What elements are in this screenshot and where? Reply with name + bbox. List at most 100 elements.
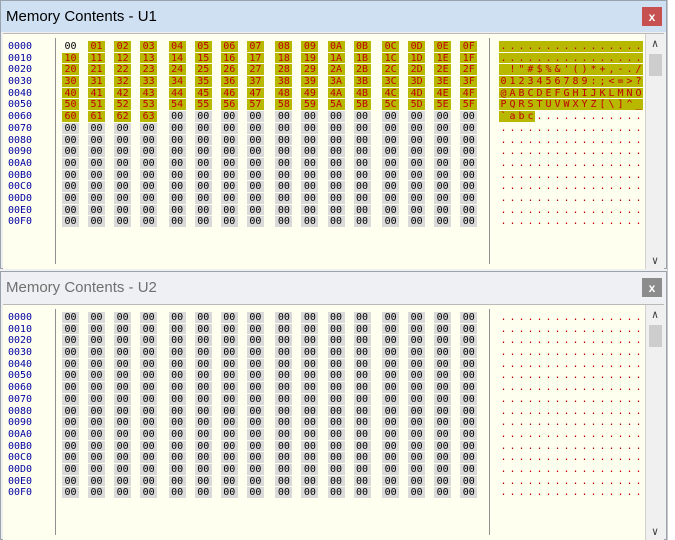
ascii-char[interactable]: .	[499, 441, 508, 452]
ascii-char[interactable]: .	[508, 382, 517, 393]
hex-byte[interactable]: 00	[275, 347, 293, 358]
ascii-char[interactable]: E	[544, 87, 553, 99]
ascii-char[interactable]: .	[562, 216, 571, 227]
ascii-char[interactable]: .	[562, 181, 571, 192]
ascii-char[interactable]: (	[571, 64, 580, 75]
ascii-char[interactable]: .	[616, 347, 625, 358]
ascii-char[interactable]: .	[535, 324, 544, 335]
hex-byte[interactable]: 00	[246, 216, 264, 227]
ascii-column[interactable]: ................................ ! " # $% & '…	[499, 41, 643, 228]
hex-byte[interactable]: 00	[301, 122, 319, 134]
memory-window-u1[interactable]: Memory Contents - U1 x 0000 0010 0020 0030 0…	[0, 0, 667, 269]
hex-byte[interactable]: 00	[194, 134, 212, 146]
hex-byte[interactable]: 00	[62, 440, 79, 452]
ascii-char[interactable]: .	[562, 205, 571, 216]
ascii-char[interactable]: .	[544, 170, 553, 181]
hex-byte[interactable]: 00	[246, 204, 264, 216]
ascii-char[interactable]: .	[553, 394, 562, 405]
hex-byte[interactable]: 00	[353, 146, 371, 157]
hex-byte[interactable]: 00	[246, 475, 264, 487]
hex-byte[interactable]: 00	[275, 312, 293, 323]
ascii-char[interactable]: .	[535, 123, 544, 134]
ascii-char[interactable]: .	[499, 193, 508, 204]
hex-byte[interactable]: 3F	[460, 76, 478, 87]
ascii-char[interactable]: .	[634, 123, 643, 134]
ascii-char[interactable]: .	[571, 111, 580, 122]
ascii-char[interactable]: .	[535, 487, 544, 498]
ascii-char[interactable]: .	[598, 464, 607, 475]
ascii-char[interactable]: I	[580, 87, 589, 99]
ascii-char[interactable]: .	[616, 382, 625, 393]
ascii-char[interactable]: .	[616, 111, 625, 122]
ascii-char[interactable]: .	[526, 441, 535, 452]
hex-byte[interactable]: 00	[220, 111, 238, 122]
ascii-char[interactable]: .	[544, 441, 553, 452]
ascii-char[interactable]: .	[544, 312, 553, 323]
ascii-char[interactable]: .	[508, 324, 517, 335]
ascii-char[interactable]: .	[544, 335, 553, 346]
hex-byte[interactable]: 00	[327, 463, 345, 475]
hex-byte[interactable]: 17	[246, 52, 264, 64]
ascii-char[interactable]: .	[517, 464, 526, 475]
hex-byte[interactable]: 00	[246, 134, 264, 146]
hex-byte[interactable]: 00	[353, 335, 371, 346]
ascii-char[interactable]: .	[553, 359, 562, 370]
hex-byte[interactable]: 00	[434, 347, 452, 358]
hex-byte[interactable]: 00	[460, 216, 478, 227]
hex-byte[interactable]: 00	[460, 192, 478, 204]
hex-byte[interactable]: 00	[382, 192, 400, 204]
ascii-char[interactable]: .	[535, 111, 544, 122]
ascii-char[interactable]: .	[580, 347, 589, 358]
ascii-char[interactable]: .	[553, 123, 562, 134]
hex-byte[interactable]: 00	[275, 393, 293, 405]
hex-byte[interactable]: 00	[140, 440, 158, 452]
ascii-char[interactable]: .	[571, 52, 580, 64]
hex-byte[interactable]: 00	[460, 204, 478, 216]
ascii-char[interactable]: .	[526, 359, 535, 370]
hex-byte[interactable]: 00	[140, 405, 158, 417]
ascii-char[interactable]: P	[499, 99, 508, 110]
ascii-char[interactable]: .	[598, 476, 607, 487]
ascii-char[interactable]: .	[571, 487, 580, 498]
ascii-char[interactable]: .	[607, 452, 616, 463]
hex-byte[interactable]: 00	[168, 347, 186, 358]
ascii-char[interactable]: .	[517, 146, 526, 157]
hex-byte[interactable]: 00	[220, 216, 238, 227]
hex-byte[interactable]: 00	[168, 393, 186, 405]
hex-byte[interactable]: 00	[327, 111, 345, 122]
hex-byte[interactable]: 00	[88, 347, 106, 358]
hex-byte[interactable]: 00	[408, 134, 426, 146]
ascii-char[interactable]: [	[598, 99, 607, 110]
hex-byte[interactable]: 00	[168, 169, 186, 181]
hex-byte[interactable]: 00	[301, 323, 319, 335]
hex-byte[interactable]: 00	[194, 204, 212, 216]
ascii-char[interactable]: .	[544, 382, 553, 393]
hex-byte[interactable]: 00	[408, 204, 426, 216]
hex-byte[interactable]: 00	[88, 216, 106, 227]
hex-byte[interactable]: 00	[353, 216, 371, 227]
ascii-char[interactable]: .	[607, 464, 616, 475]
ascii-char[interactable]: .	[625, 335, 634, 346]
hex-byte[interactable]: 00	[460, 358, 478, 370]
ascii-char[interactable]: .	[598, 135, 607, 146]
hex-byte[interactable]: 00	[220, 169, 238, 181]
hex-byte[interactable]: 4A	[327, 87, 345, 99]
hex-byte[interactable]: 00	[382, 122, 400, 134]
ascii-char[interactable]: .	[607, 324, 616, 335]
ascii-char[interactable]: .	[625, 193, 634, 204]
ascii-char[interactable]: .	[562, 41, 571, 52]
hex-byte[interactable]: 00	[62, 417, 79, 428]
ascii-char[interactable]: .	[598, 382, 607, 393]
ascii-char[interactable]: .	[571, 464, 580, 475]
hex-byte[interactable]: 1F	[460, 52, 478, 64]
ascii-char[interactable]: *	[589, 64, 598, 75]
hex-byte[interactable]: 00	[220, 475, 238, 487]
hex-byte[interactable]: 00	[275, 382, 293, 393]
ascii-char[interactable]: .	[634, 335, 643, 346]
ascii-char[interactable]: .	[508, 394, 517, 405]
hex-byte[interactable]: 00	[114, 358, 132, 370]
ascii-char[interactable]: .	[589, 382, 598, 393]
ascii-char[interactable]: .	[553, 441, 562, 452]
hex-byte[interactable]: 00	[301, 358, 319, 370]
hex-byte[interactable]: 00	[301, 417, 319, 428]
